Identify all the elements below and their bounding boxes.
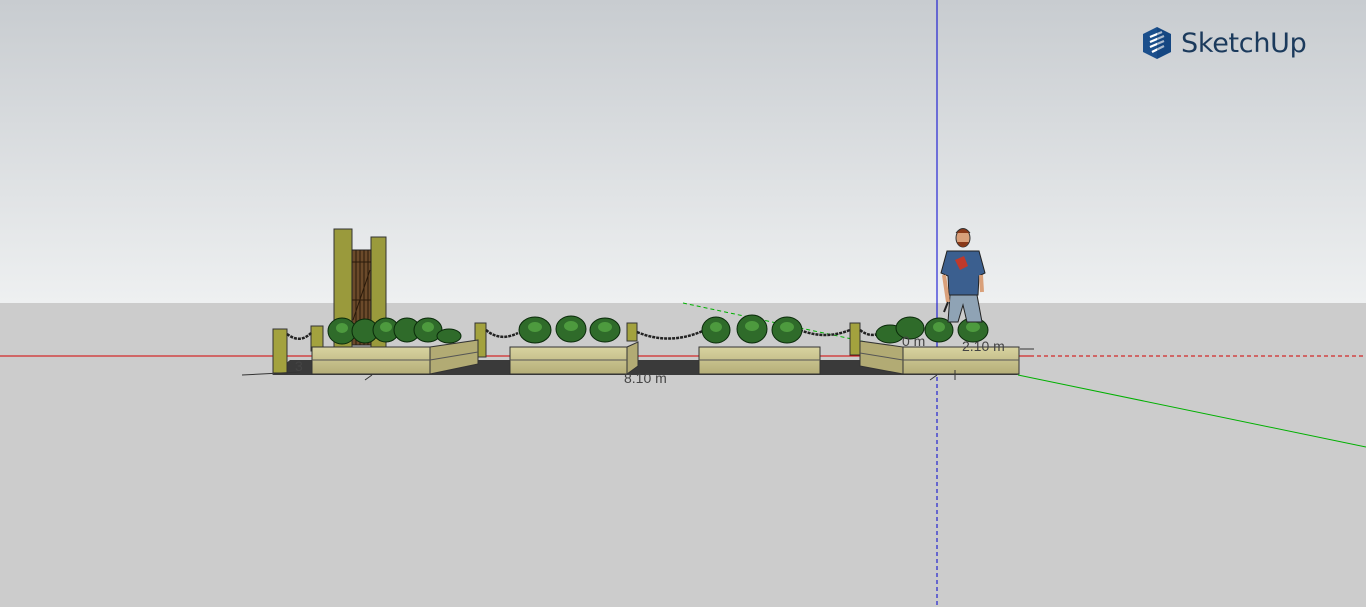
model-viewport[interactable]: 3 8.10 m 0 m 2.10 m [0, 0, 1366, 607]
ground-plane [0, 303, 1366, 607]
dimension-label-left: 3 [295, 358, 303, 374]
dimension-label-right-b: 2.10 m [962, 338, 1005, 354]
brand-name: SketchUp [1181, 27, 1307, 59]
dimension-label-middle: 8.10 m [624, 370, 667, 386]
sketchup-logo: SketchUp [1141, 25, 1307, 61]
raised-bed-3[interactable] [698, 346, 821, 375]
sketchup-cube-icon [1143, 27, 1171, 59]
raised-bed-2[interactable] [509, 341, 639, 375]
dimension-label-right-a: 0 m [902, 333, 925, 349]
